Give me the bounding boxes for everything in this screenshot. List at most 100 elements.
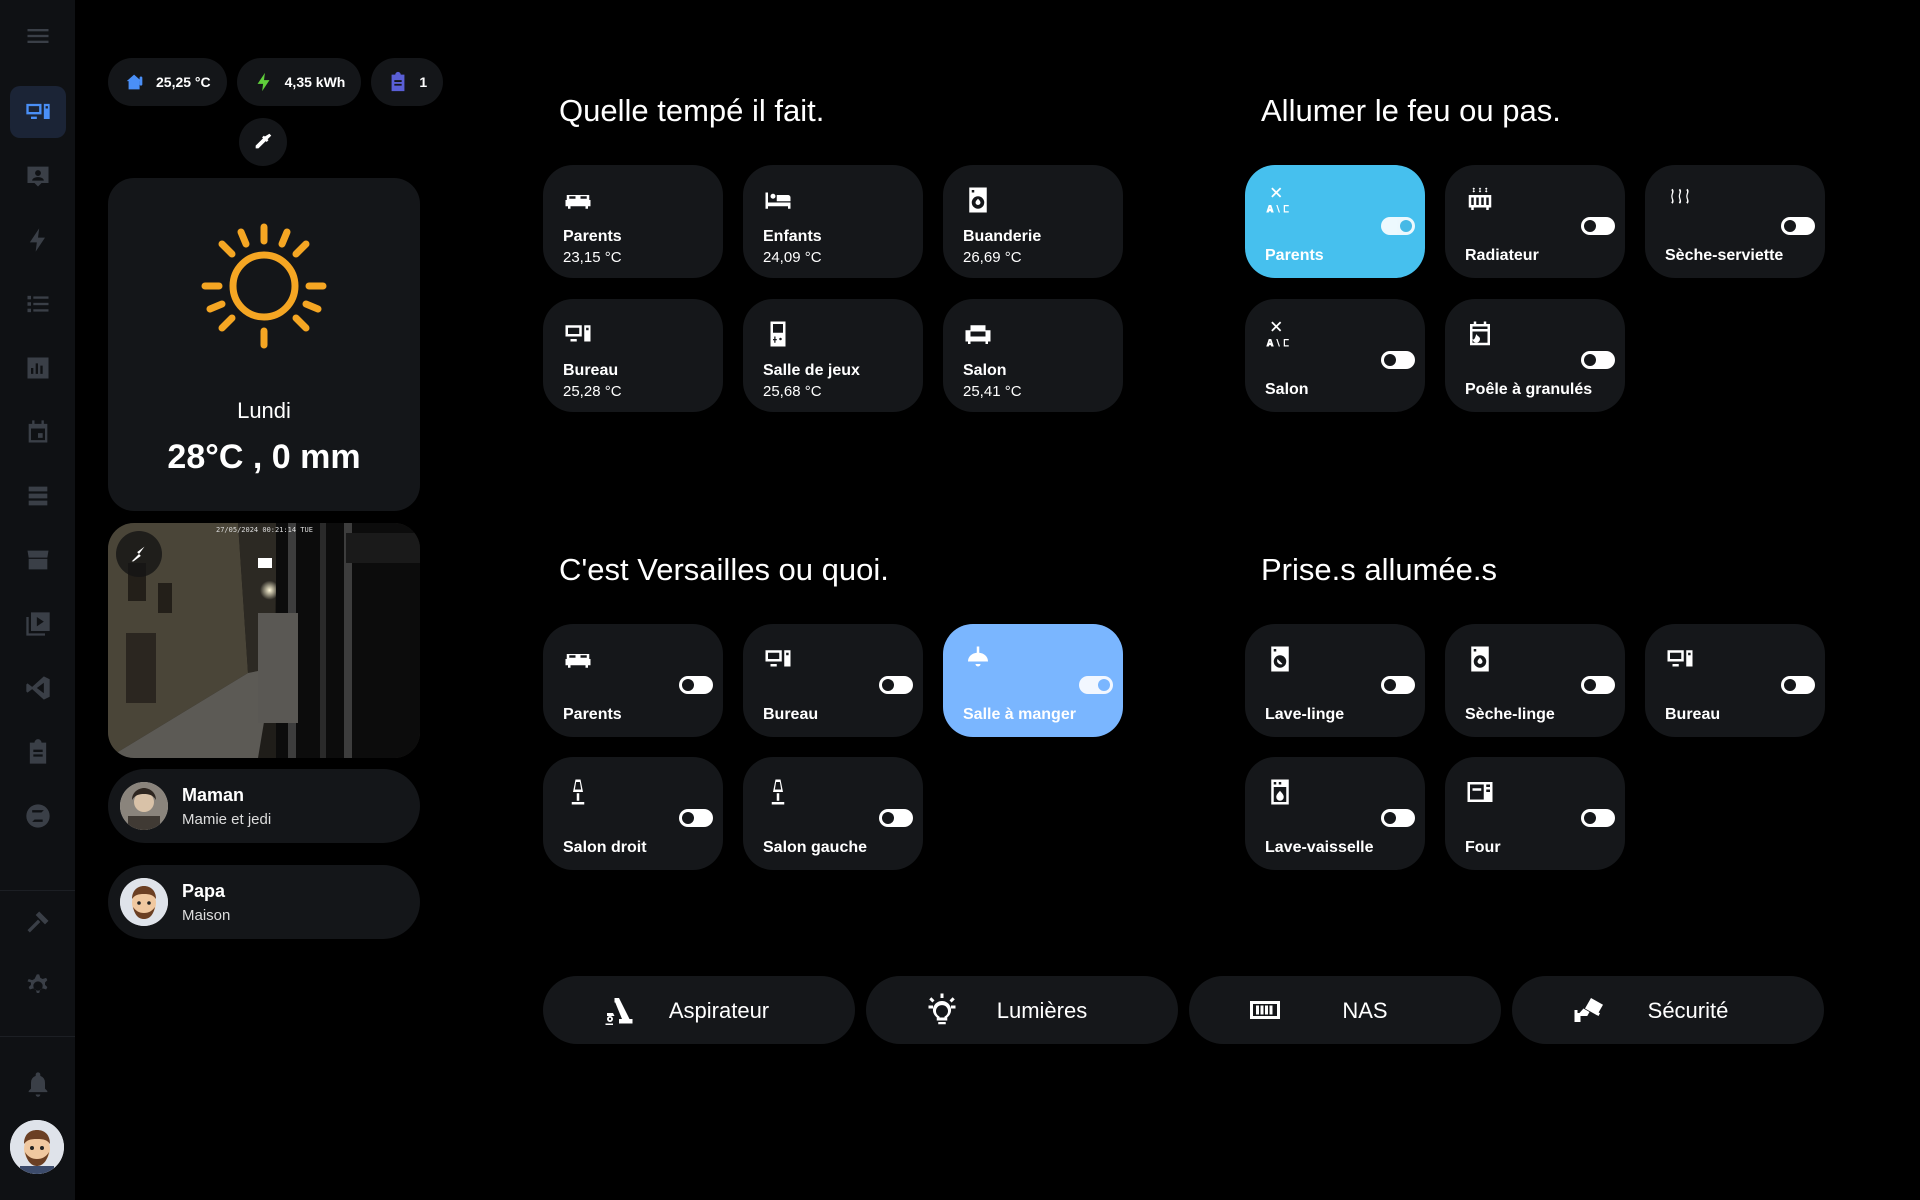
menu-icon[interactable]: [10, 10, 66, 62]
energy-chip[interactable]: 4,35 kWh: [236, 58, 362, 106]
tile-name: Salle à manger: [963, 706, 1076, 723]
sidebar-item-clipboard[interactable]: [10, 726, 66, 778]
server-icon: [28, 486, 48, 506]
heating-tile[interactable]: Salon: [1245, 299, 1425, 412]
sidebar-item-person[interactable]: [10, 150, 66, 202]
hammer-icon: [27, 911, 49, 933]
plug-tile[interactable]: Sèche-linge: [1445, 624, 1625, 737]
tasks-chip[interactable]: 1: [371, 58, 444, 106]
light-tile[interactable]: Salon gauche: [743, 757, 923, 870]
toggle-switch[interactable]: [1381, 351, 1415, 369]
light-tile[interactable]: Salle à manger: [943, 624, 1123, 737]
sidebar-item-media[interactable]: [10, 598, 66, 650]
light-tile[interactable]: Parents: [543, 624, 723, 737]
bed-icon: [563, 644, 593, 674]
edit-button[interactable]: [239, 118, 287, 166]
avatar: [120, 878, 168, 926]
sidebar-item-developer[interactable]: [10, 896, 66, 948]
light-tile[interactable]: Bureau: [743, 624, 923, 737]
tile-name: Buanderie: [963, 228, 1042, 245]
toggle-switch[interactable]: [879, 809, 913, 827]
toggle-switch[interactable]: [1381, 676, 1415, 694]
header-chips: 25,25 °C 4,35 kWh 1: [108, 58, 444, 106]
plug-tile[interactable]: Bureau: [1645, 624, 1825, 737]
home-thermometer-icon: [126, 74, 143, 90]
vacuum-button[interactable]: Aspirateur: [543, 976, 855, 1044]
toggle-switch[interactable]: [1581, 217, 1615, 235]
bell-icon: [28, 1072, 48, 1097]
bed-single-icon: [763, 185, 793, 215]
sidebar-item-server[interactable]: [10, 470, 66, 522]
tile-value: 24,09 °C: [763, 249, 822, 266]
toggle-switch[interactable]: [1781, 217, 1815, 235]
tile-name: Lave-linge: [1265, 706, 1345, 723]
camera-timestamp: 27/05/2024 00:21:14 TUE: [216, 526, 313, 534]
toggle-switch[interactable]: [679, 809, 713, 827]
toggle-switch[interactable]: [1381, 217, 1415, 235]
security-button[interactable]: Sécurité: [1512, 976, 1824, 1044]
person-card[interactable]: Papa Maison: [108, 865, 420, 939]
person-name: Maman: [182, 785, 245, 805]
toggle-switch[interactable]: [1079, 676, 1113, 694]
sidebar-item-overview[interactable]: [10, 86, 66, 138]
gameboy-icon: [763, 319, 793, 349]
sidebar-item-history[interactable]: [10, 342, 66, 394]
camera-feed[interactable]: 27/05/2024 00:21:14 TUE: [108, 523, 420, 758]
avatar: [120, 782, 168, 830]
plug-tile[interactable]: Lave-linge: [1245, 624, 1425, 737]
weather-card[interactable]: Lundi 28°C , 0 mm: [108, 178, 420, 511]
heating-tile[interactable]: Parents: [1245, 165, 1425, 278]
sidebar-item-hacs[interactable]: [10, 534, 66, 586]
plug-tile[interactable]: Four: [1445, 757, 1625, 870]
temperature-chip[interactable]: 25,25 °C: [108, 58, 227, 106]
button-label: Aspirateur: [668, 998, 770, 1023]
tile-name: Salon gauche: [763, 839, 868, 856]
sidebar-item-calendar[interactable]: [10, 406, 66, 458]
tile-name: Bureau: [763, 706, 819, 723]
user-avatar[interactable]: [10, 1120, 64, 1174]
clipboard-icon: [391, 71, 405, 92]
section-title-plugs: Prise.s allumée.s: [1261, 552, 1498, 587]
toggle-switch[interactable]: [1581, 676, 1615, 694]
sidebar-item-list[interactable]: [10, 278, 66, 330]
plug-tile[interactable]: Lave-vaisselle: [1245, 757, 1425, 870]
tile-name: Parents: [563, 706, 622, 723]
sidebar: [0, 0, 75, 1200]
toggle-switch[interactable]: [1781, 676, 1815, 694]
temperature-tile[interactable]: Enfants 24,09 °C: [743, 165, 923, 278]
energy-value: 4,35 kWh: [284, 74, 346, 90]
radiator-icon: [1465, 185, 1495, 215]
toggle-switch[interactable]: [879, 676, 913, 694]
toggle-switch[interactable]: [679, 676, 713, 694]
sidebar-item-settings[interactable]: [10, 960, 66, 1012]
lights-button[interactable]: Lumières: [866, 976, 1178, 1044]
toggle-switch[interactable]: [1381, 809, 1415, 827]
history-icon: [27, 357, 49, 379]
temperature-tile[interactable]: Salle de jeux 25,68 °C: [743, 299, 923, 412]
sidebar-item-notifications[interactable]: [10, 1058, 66, 1110]
temperature-tile[interactable]: Salon 25,41 °C: [943, 299, 1123, 412]
nas-button[interactable]: NAS: [1189, 976, 1501, 1044]
heating-tile[interactable]: Poêle à granulés: [1445, 299, 1625, 412]
heating-tile[interactable]: Radiateur: [1445, 165, 1625, 278]
tile-value: 23,15 °C: [563, 249, 622, 266]
desktop-icon: [763, 644, 793, 674]
temperature-tile[interactable]: Buanderie 26,69 °C: [943, 165, 1123, 278]
temperature-tile[interactable]: Bureau 25,28 °C: [543, 299, 723, 412]
toggle-switch[interactable]: [1581, 351, 1615, 369]
toggle-switch[interactable]: [1581, 809, 1615, 827]
light-tile[interactable]: Salon droit: [543, 757, 723, 870]
heating-tile[interactable]: Sèche-serviette: [1645, 165, 1825, 278]
person-card[interactable]: Maman Mamie et jedi: [108, 769, 420, 843]
tile-name: Lave-vaisselle: [1265, 839, 1374, 856]
sidebar-item-energy[interactable]: [10, 214, 66, 266]
sidebar-item-vscode[interactable]: [10, 662, 66, 714]
button-label: NAS: [1342, 998, 1388, 1023]
person-name: Papa: [182, 881, 226, 901]
sidebar-item-zigbee[interactable]: [10, 790, 66, 842]
floor-lamp-icon: [763, 777, 793, 807]
temperature-tile[interactable]: Parents 23,15 °C: [543, 165, 723, 278]
tile-value: 25,41 °C: [963, 383, 1022, 400]
tile-name: Bureau: [1665, 706, 1721, 723]
camera-motion-icon: [116, 531, 162, 577]
